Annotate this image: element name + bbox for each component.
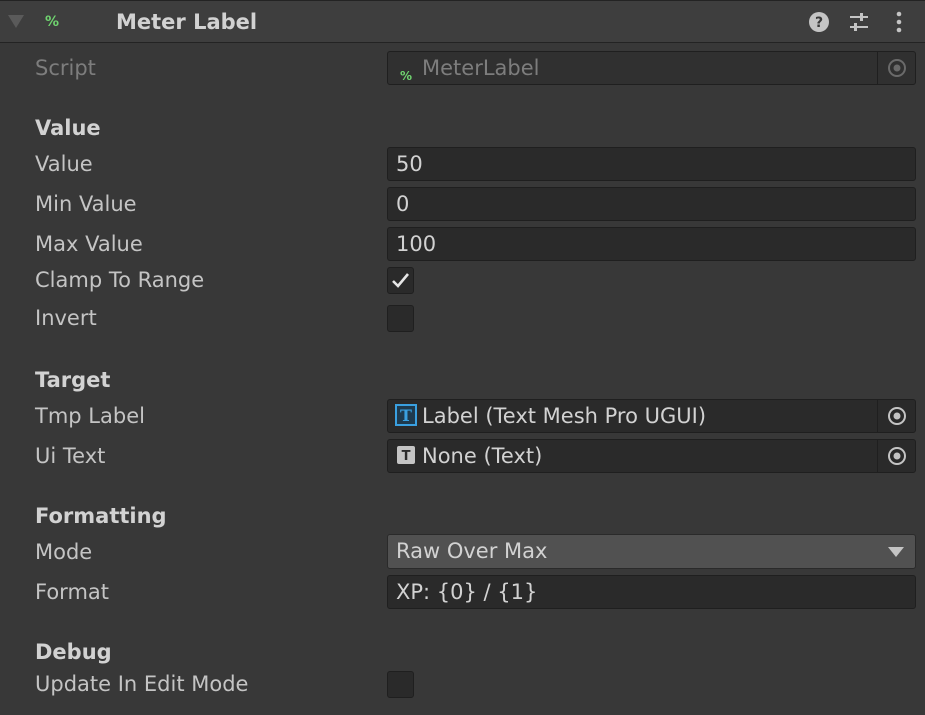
target-circle-icon xyxy=(888,407,906,425)
more-options-icon[interactable] xyxy=(888,11,910,33)
script-icon: % xyxy=(45,14,60,30)
ui-text-field[interactable]: T None (Text) xyxy=(387,439,916,473)
section-target-header: Target xyxy=(35,368,111,392)
invert-label: Invert xyxy=(35,306,97,330)
preset-sliders-icon[interactable] xyxy=(848,11,870,33)
tmp-label-field[interactable]: T Label (Text Mesh Pro UGUI) xyxy=(387,399,916,433)
mode-dropdown[interactable]: Raw Over Max xyxy=(387,534,916,569)
checkmark-icon xyxy=(392,273,409,288)
ui-text-value: None (Text) xyxy=(422,444,543,468)
format-label: Format xyxy=(35,580,110,604)
svg-text:T: T xyxy=(402,449,411,464)
dropdown-arrow-icon xyxy=(888,547,904,557)
section-debug-header: Debug xyxy=(35,640,112,664)
min-value-label: Min Value xyxy=(35,192,137,216)
section-formatting-header: Formatting xyxy=(35,504,167,528)
script-label: Script xyxy=(35,56,96,80)
clamp-to-range-checkbox[interactable] xyxy=(387,267,414,294)
max-value-label: Max Value xyxy=(35,232,143,256)
script-file-icon: % xyxy=(400,69,413,83)
min-value-input[interactable]: 0 xyxy=(387,187,916,221)
svg-text:T: T xyxy=(400,406,412,425)
foldout-arrow-icon[interactable] xyxy=(8,15,24,28)
script-value: MeterLabel xyxy=(422,56,540,80)
text-component-icon: T xyxy=(397,446,415,464)
format-input[interactable]: XP: {0} / {1} xyxy=(387,575,916,609)
script-picker xyxy=(877,52,915,84)
clamp-to-range-label: Clamp To Range xyxy=(35,268,205,292)
value-input[interactable]: 50 xyxy=(387,147,916,181)
tmp-label-label: Tmp Label xyxy=(35,404,145,428)
section-value-header: Value xyxy=(35,116,101,140)
update-in-edit-mode-checkbox[interactable] xyxy=(387,671,414,698)
tmp-label-value: Label (Text Mesh Pro UGUI) xyxy=(422,404,707,428)
svg-text:?: ? xyxy=(815,15,823,31)
component-title: Meter Label xyxy=(116,10,258,34)
component-header[interactable]: % Meter Label ? xyxy=(0,0,925,43)
mode-label: Mode xyxy=(35,540,93,564)
help-icon[interactable]: ? xyxy=(808,11,830,33)
ui-text-label: Ui Text xyxy=(35,444,106,468)
script-field: % MeterLabel xyxy=(387,51,916,85)
mode-selected-value: Raw Over Max xyxy=(396,539,548,563)
tmp-label-picker[interactable] xyxy=(877,400,915,432)
textmeshpro-icon: T xyxy=(395,404,417,426)
update-in-edit-mode-label: Update In Edit Mode xyxy=(35,672,249,696)
ui-text-picker[interactable] xyxy=(877,440,915,472)
target-circle-icon xyxy=(888,447,906,465)
value-label: Value xyxy=(35,152,93,176)
target-circle-icon xyxy=(888,59,906,77)
max-value-input[interactable]: 100 xyxy=(387,227,916,261)
invert-checkbox[interactable] xyxy=(387,305,414,332)
